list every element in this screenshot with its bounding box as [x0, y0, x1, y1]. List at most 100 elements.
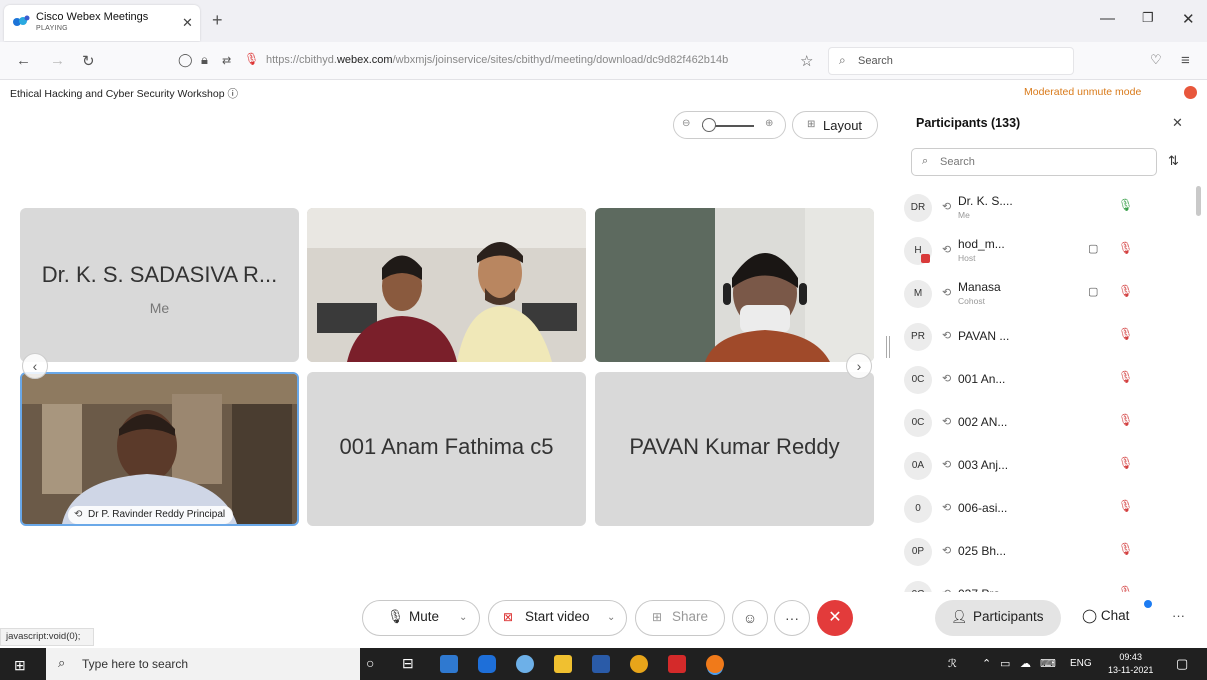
close-icon[interactable]: ✕ — [1172, 115, 1183, 131]
end-meeting-icon[interactable]: ✕ — [817, 600, 853, 636]
chevron-down-icon[interactable]: ⌄ — [607, 612, 615, 623]
cloud-icon[interactable]: ☁ — [1020, 657, 1031, 670]
previous-page-icon[interactable]: ‹ — [22, 353, 48, 379]
participant-row[interactable]: H ⟲ hod_m... Host ▢ 🎙︎ — [896, 229, 1196, 272]
scrollbar[interactable] — [1196, 186, 1201, 216]
microphone-muted-icon[interactable]: 🎙︎ — [1118, 413, 1133, 427]
app-icon-word[interactable] — [592, 655, 610, 673]
close-tab-icon[interactable]: ✕ — [182, 15, 193, 31]
back-icon[interactable]: ← — [16, 52, 31, 69]
microphone-muted-icon[interactable]: 🎙︎ — [1118, 284, 1133, 298]
participant-name: Dr. K. S.... — [958, 194, 1013, 208]
acrobat-icon[interactable] — [668, 655, 686, 673]
minimize-icon[interactable]: — — [1100, 10, 1115, 27]
connection-icon: ⟲ — [942, 459, 952, 471]
forward-icon[interactable]: → — [50, 52, 65, 69]
browser-tab[interactable]: Cisco Webex Meetings PLAYING ✕ — [4, 5, 200, 41]
app-icon-paint[interactable] — [516, 655, 534, 673]
menu-icon[interactable]: ≡ — [1181, 52, 1190, 69]
sort-icon[interactable]: ⇅ — [1168, 153, 1179, 169]
people-icon[interactable]: ℛ — [948, 657, 957, 670]
clock[interactable]: 09:43 13-11-2021 — [1108, 651, 1153, 677]
share-button[interactable]: ⊞ Share — [635, 600, 725, 636]
microphone-muted-icon[interactable]: 🎙︎ — [1118, 585, 1133, 592]
tile-participant-name: PAVAN Kumar Reddy — [629, 434, 840, 459]
permissions-icon[interactable]: ⇄ — [222, 54, 231, 67]
video-tile-anam[interactable]: 001 Anam Fathima c5 — [307, 372, 586, 526]
video-tile-hod[interactable] — [307, 208, 586, 362]
video-off-icon: ⊠ — [503, 610, 514, 624]
task-view-icon[interactable]: ⊟ — [402, 655, 414, 672]
windows-start-icon[interactable]: ⊞ — [14, 657, 26, 674]
bookmark-star-icon[interactable]: ☆ — [800, 52, 813, 70]
more-options-icon[interactable]: ··· — [774, 600, 810, 636]
participant-row[interactable]: 0C ⟲ 002 AN... 🎙︎ — [896, 401, 1196, 444]
zoom-out-icon[interactable]: ⊖ — [682, 118, 690, 129]
participant-search-input[interactable]: ⌕ Search — [911, 148, 1157, 176]
microphone-icon[interactable]: 🎙︎ — [1118, 198, 1133, 212]
participant-row[interactable]: 0 ⟲ 006-asi... 🎙︎ — [896, 487, 1196, 530]
panel-resize-handle[interactable] — [886, 336, 890, 358]
reactions-icon[interactable]: ☺ — [732, 600, 768, 636]
app-icon-files[interactable] — [440, 655, 458, 673]
network-icon[interactable]: ▭ — [1000, 657, 1010, 670]
cortana-icon[interactable]: ○ — [366, 655, 374, 671]
participant-row[interactable]: 0C ⟲ 001 An... 🎙︎ — [896, 358, 1196, 401]
participant-role: Cohost — [958, 296, 985, 306]
video-tile-self[interactable]: Dr. K. S. SADASIVA R... Me — [20, 208, 299, 362]
video-tile-active-speaker[interactable] — [20, 372, 299, 526]
microphone-muted-icon[interactable]: 🎙︎ — [1118, 327, 1133, 341]
more-panels-icon[interactable]: ··· — [1172, 608, 1185, 623]
microphone-muted-icon[interactable]: 🎙︎ — [1118, 241, 1133, 255]
participant-list: DR ⟲ Dr. K. S.... Me 🎙︎ H ⟲ hod_m... Host ▢ 🎙︎ M ⟲ Ma… — [896, 186, 1196, 592]
participant-row[interactable]: 0A ⟲ 003 Anj... 🎙︎ — [896, 444, 1196, 487]
microphone-muted-icon[interactable]: 🎙︎ — [1118, 542, 1133, 556]
chrome-icon[interactable] — [630, 655, 648, 673]
new-tab-icon[interactable]: + — [212, 10, 223, 31]
browser-search-input[interactable]: ⌕ Search — [828, 47, 1074, 75]
taskbar-search-input[interactable]: ⌕ Type here to search — [46, 648, 360, 680]
firefox-icon[interactable] — [706, 655, 724, 673]
recording-indicator-icon[interactable] — [1184, 86, 1197, 99]
app-icon-teams[interactable] — [478, 655, 496, 673]
notifications-icon[interactable]: ▢ — [1176, 656, 1188, 672]
lock-icon[interactable]: 🔒︎ — [201, 52, 208, 68]
participant-row[interactable]: PR ⟲ PAVAN ... 🎙︎ — [896, 315, 1196, 358]
participants-button[interactable]: 👤︎ Participants — [935, 600, 1061, 636]
next-page-icon[interactable]: › — [846, 353, 872, 379]
participant-video — [595, 208, 874, 362]
zoom-slider[interactable]: ⊖ ⊕ — [673, 111, 786, 139]
chat-button[interactable]: ◯ Chat — [1082, 608, 1129, 624]
microphone-muted-icon[interactable]: 🎙︎ — [1118, 370, 1133, 384]
start-video-button[interactable]: ⊠ Start video ⌄ — [488, 600, 627, 636]
video-tile-manasa[interactable] — [595, 208, 874, 362]
reload-icon[interactable]: ↻ — [82, 52, 95, 70]
participant-row[interactable]: M ⟲ Manasa Cohost ▢ 🎙︎ — [896, 272, 1196, 315]
browser-status-text: javascript:void(0); — [0, 628, 94, 646]
restore-icon[interactable]: ❐ — [1142, 10, 1154, 26]
zoom-in-icon[interactable]: ⊕ — [765, 118, 773, 129]
participant-row[interactable]: 0P ⟲ 025 Bh... 🎙︎ — [896, 530, 1196, 573]
zoom-slider-handle[interactable] — [702, 118, 716, 132]
file-explorer-icon[interactable] — [554, 655, 572, 673]
video-tile-pavan[interactable]: PAVAN Kumar Reddy — [595, 372, 874, 526]
avatar: 0A — [904, 452, 932, 480]
info-icon[interactable]: ⓘ — [228, 88, 239, 100]
language-indicator[interactable]: ENG — [1070, 658, 1092, 669]
pocket-icon[interactable]: ♡ — [1150, 52, 1162, 68]
keyboard-icon[interactable]: ⌨ — [1040, 657, 1056, 670]
url-field[interactable]: https://cbithyd.webex.com/wbxmjs/joinser… — [266, 54, 796, 66]
microphone-muted-icon[interactable]: 🎙︎ — [1118, 499, 1133, 513]
chevron-down-icon[interactable]: ⌄ — [459, 612, 467, 623]
participant-row[interactable]: 0C ⟲ 037 Pra... 🎙︎ — [896, 573, 1196, 592]
meeting-title[interactable]: Ethical Hacking and Cyber Security Works… — [10, 86, 238, 101]
participant-row[interactable]: DR ⟲ Dr. K. S.... Me 🎙︎ — [896, 186, 1196, 229]
microphone-muted-icon[interactable]: 🎙︎ — [1118, 456, 1133, 470]
search-icon: ⌕ — [922, 155, 929, 167]
chevron-up-icon[interactable]: ⌃ — [982, 657, 991, 670]
shield-icon[interactable]: ◯ — [178, 52, 193, 68]
layout-button[interactable]: ⊞ Layout — [792, 111, 878, 139]
mute-button[interactable]: 🎙︎ Mute ⌄ — [362, 600, 480, 636]
microphone-icon[interactable]: 🎙︎ — [244, 52, 259, 66]
window-close-icon[interactable]: ✕ — [1182, 10, 1195, 28]
